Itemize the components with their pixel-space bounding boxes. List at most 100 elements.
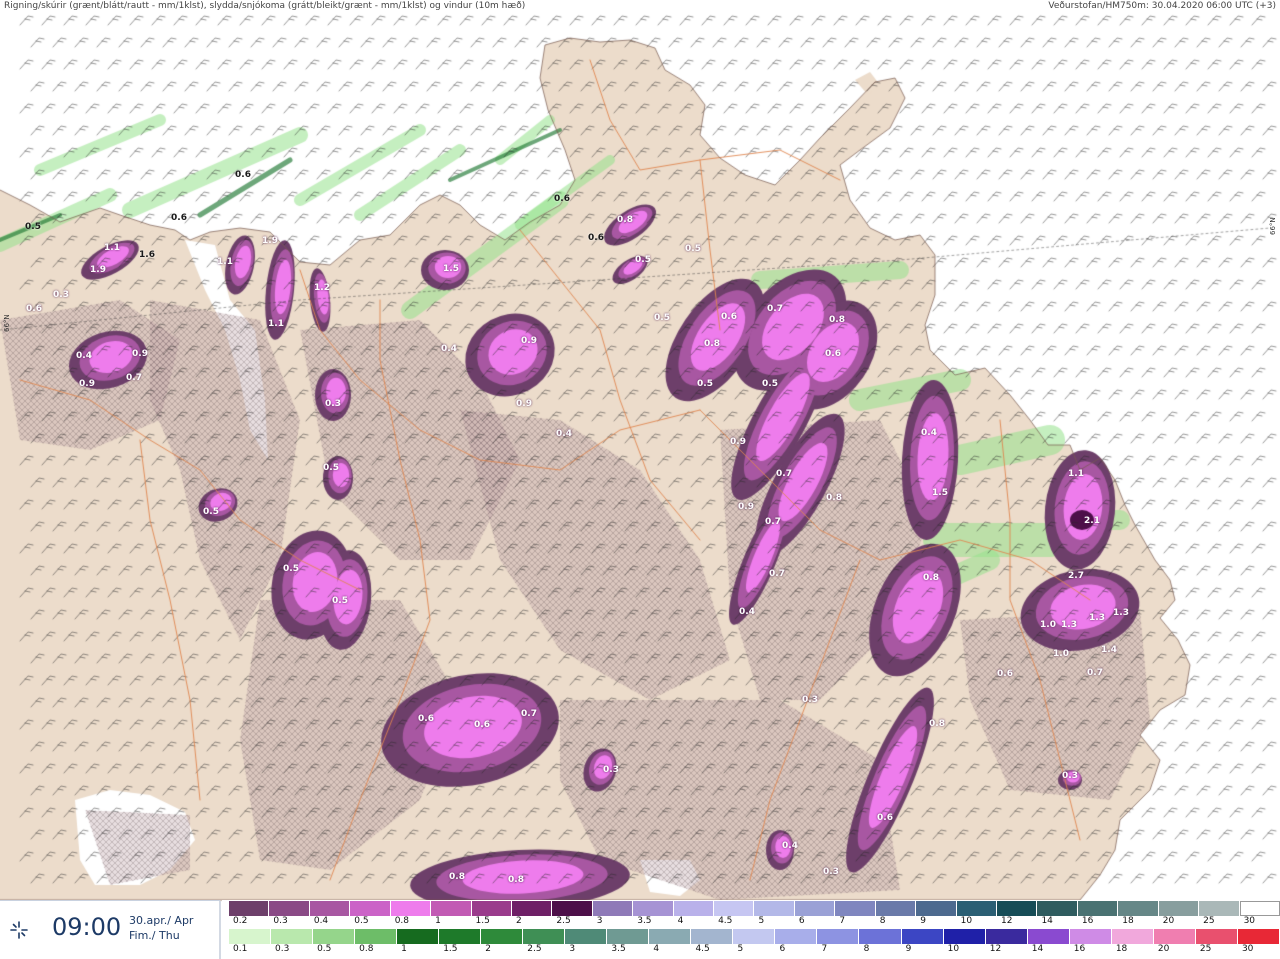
forecast-weekday: Fim./ Thu: [129, 929, 180, 942]
precipitation-value: 1.6: [139, 250, 155, 260]
precipitation-value: 0.9: [516, 399, 532, 409]
precipitation-value: 1.3: [1089, 613, 1105, 623]
legend-label: 0.2: [233, 916, 248, 926]
precipitation-value: 0.7: [521, 709, 537, 719]
legend-label: 3.5: [637, 916, 652, 926]
precipitation-value: 0.9: [730, 437, 746, 447]
legend-label: 12: [1001, 916, 1013, 926]
weather-map-canvas[interactable]: [0, 0, 1280, 958]
legend-label: 0.4: [313, 916, 329, 926]
latitude-label-right: 66°N: [1269, 217, 1277, 235]
precipitation-value: 0.8: [508, 875, 524, 885]
legend-swatch: [714, 901, 755, 916]
precipitation-value: 0.6: [554, 194, 570, 204]
precipitation-value: 0.7: [767, 304, 783, 314]
legend-swatch: [775, 929, 818, 944]
legend-swatch: [916, 901, 957, 916]
legend-label: 18: [1122, 916, 1134, 926]
legend-swatch: [229, 901, 270, 916]
legend-swatch: [269, 901, 310, 916]
spinner-icon[interactable]: [9, 920, 29, 940]
legend-label: 14: [1031, 944, 1044, 954]
legend-label: 8: [863, 944, 870, 954]
legend-label: 20: [1162, 916, 1175, 926]
snow-legend-bar: [229, 901, 1280, 916]
legend-swatch: [673, 901, 715, 916]
legend-label: 3: [569, 944, 576, 954]
legend-swatch: [390, 901, 432, 916]
legend-label: 0.3: [275, 944, 290, 954]
legend-swatch: [794, 901, 836, 916]
legend-swatch: [309, 901, 351, 916]
precipitation-value: 1.9: [90, 265, 106, 275]
precipitation-value: 1.4: [1101, 645, 1117, 655]
precipitation-value: 0.5: [697, 379, 713, 389]
precipitation-value: 1.1: [1068, 469, 1084, 479]
precipitation-value: 0.6: [171, 213, 187, 223]
precipitation-value: 0.8: [617, 215, 633, 225]
legend-label: 9: [905, 944, 912, 954]
precipitation-value: 0.4: [76, 351, 92, 361]
precipitation-value: 0.3: [603, 765, 619, 775]
precipitation-value: 0.3: [802, 695, 818, 705]
precipitation-value: 0.5: [762, 379, 778, 389]
legend-swatch: [956, 901, 998, 916]
legend-swatch: [1237, 929, 1280, 944]
legend-swatch: [350, 901, 391, 916]
legend-label: 1: [401, 944, 407, 954]
precipitation-value: 0.8: [923, 573, 939, 583]
precipitation-value: 0.5: [685, 244, 701, 254]
precipitation-value: 0.9: [132, 349, 148, 359]
precipitation-value: 0.7: [765, 517, 781, 527]
precipitation-value: 0.6: [997, 669, 1013, 679]
precipitation-value: 0.6: [877, 813, 893, 823]
legend-label: 4.5: [718, 916, 733, 926]
precipitation-value: 0.6: [721, 312, 737, 322]
legend-swatch: [985, 929, 1028, 944]
legend-swatch: [511, 901, 553, 916]
precipitation-value: 0.6: [474, 720, 490, 730]
legend-label: 1.5: [475, 916, 490, 926]
time-panel: 09:00 30.apr./ Apr Fim./ Thu: [0, 900, 221, 959]
legend-swatch: [355, 929, 398, 944]
legend-label: 5: [758, 916, 765, 926]
legend-label: 3.5: [611, 944, 626, 954]
legend-swatch: [633, 901, 674, 916]
legend-swatch: [1037, 901, 1078, 916]
legend-swatch: [431, 901, 472, 916]
legend-swatch: [481, 929, 524, 944]
legend-label: 2.5: [556, 916, 571, 926]
precipitation-value: 2.1: [1084, 516, 1100, 526]
precipitation-value: 0.5: [332, 596, 348, 606]
legend-label: 0.5: [317, 944, 332, 954]
precipitation-value: 0.4: [739, 607, 755, 617]
legend-swatch: [1195, 929, 1238, 944]
legend-label: 20: [1157, 944, 1170, 954]
legend-swatch: [1118, 901, 1159, 916]
legend-label: 4.5: [695, 944, 710, 954]
precipitation-value: 0.7: [1087, 668, 1103, 678]
legend-label: 12: [989, 944, 1002, 954]
legend-label: 0.8: [359, 944, 374, 954]
precipitation-value: 0.7: [776, 469, 792, 479]
legend-swatch: [523, 929, 566, 944]
legend-swatch: [313, 929, 356, 944]
legend-label: 6: [779, 944, 786, 954]
legend-label: 2: [515, 916, 522, 926]
legend-swatch: [552, 901, 593, 916]
precipitation-value: 1.5: [443, 264, 459, 274]
legend-label: 4: [653, 944, 660, 954]
precipitation-value: 0.8: [449, 872, 465, 882]
legend-label: 18: [1115, 944, 1128, 954]
legend-label: 0.3: [273, 916, 288, 926]
legend-swatch: [859, 929, 902, 944]
legend-swatch: [471, 901, 512, 916]
legend-label: 25: [1203, 916, 1215, 926]
precipitation-value: 0.3: [325, 399, 341, 409]
legend-label: 25: [1199, 944, 1212, 954]
legend-swatch: [439, 929, 482, 944]
precipitation-value: 0.5: [323, 463, 339, 473]
precipitation-value: 0.3: [53, 290, 69, 300]
legend-label: 5: [737, 944, 744, 954]
precipitation-value: 0.5: [203, 507, 219, 517]
